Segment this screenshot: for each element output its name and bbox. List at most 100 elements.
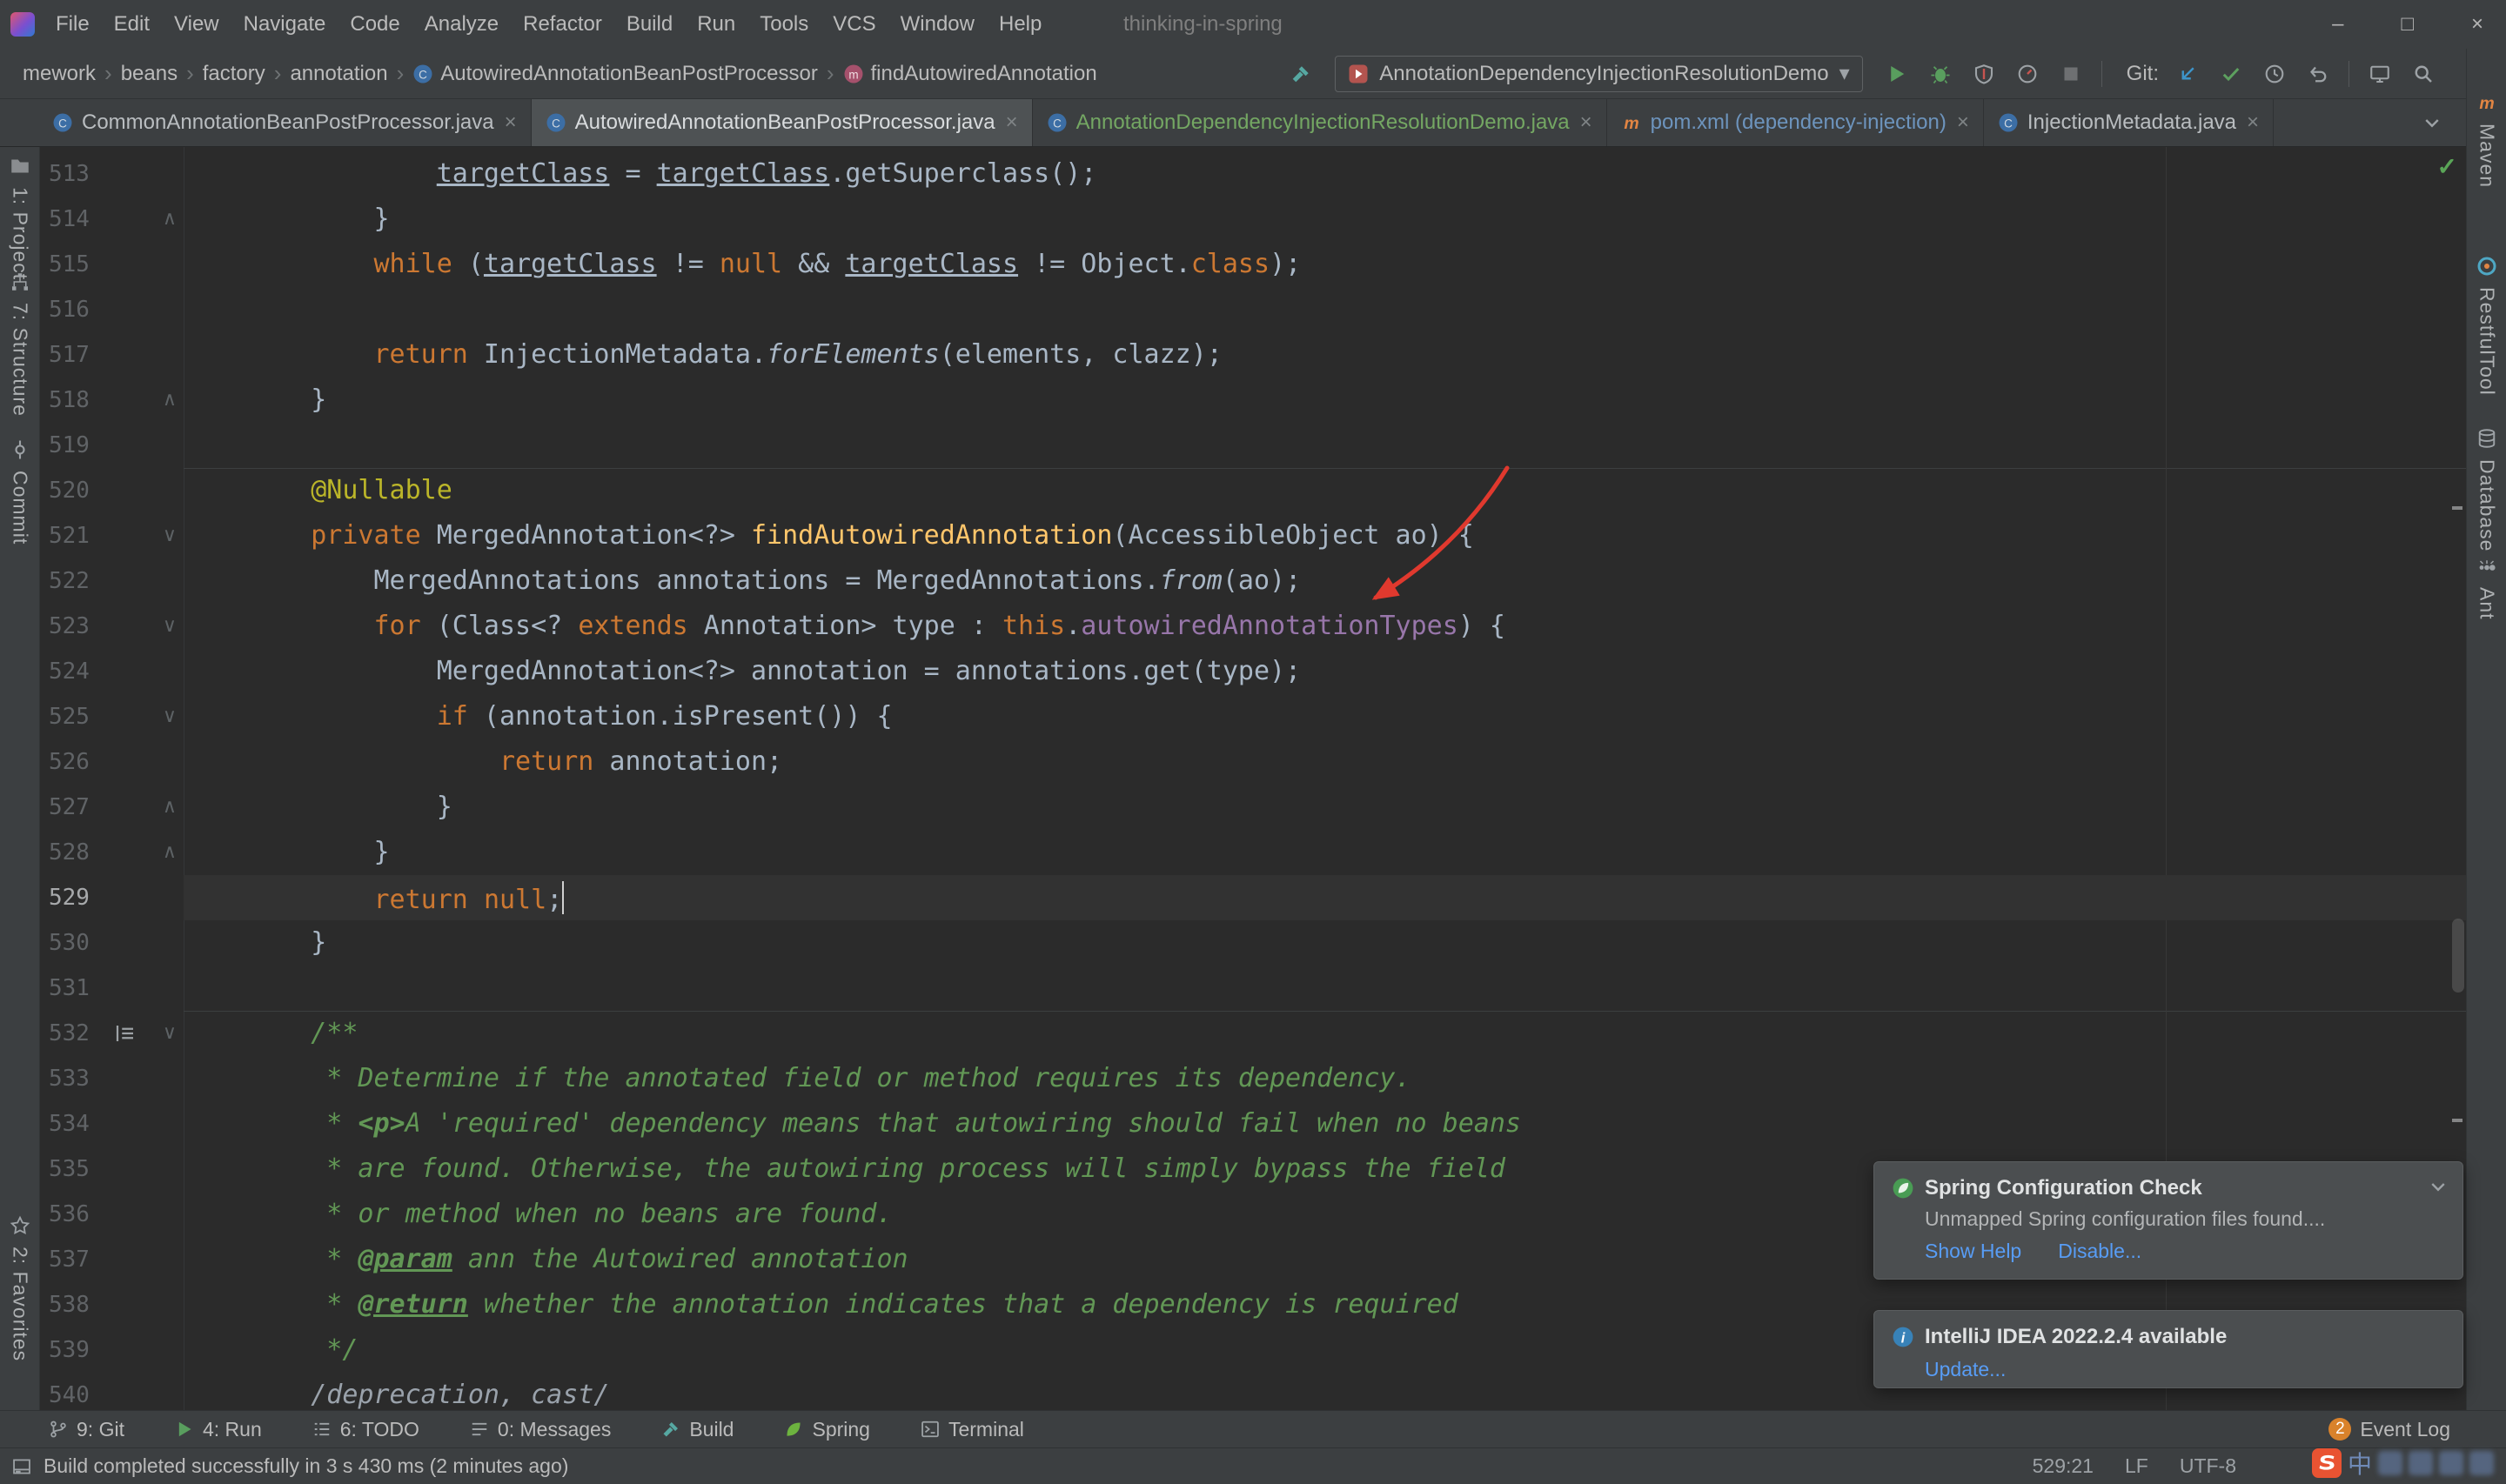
menu-edit[interactable]: Edit [102,12,162,36]
breadcrumb-item[interactable]: factory [203,62,265,86]
breadcrumb-item[interactable]: mfindAutowiredAnnotation [843,62,1097,86]
menu-run[interactable]: Run [685,12,747,36]
tool-window-button-9-git[interactable]: 9: Git [49,1418,124,1441]
file-encoding[interactable]: UTF-8 [2180,1454,2236,1478]
line-separator[interactable]: LF [2125,1454,2148,1478]
build-project-icon[interactable] [1290,64,1311,84]
coverage-button[interactable] [1973,64,1994,84]
tool-window-button-6-todo[interactable]: 6: TODO [312,1418,419,1441]
line-number[interactable]: 522 [40,558,118,604]
fold-marker-icon[interactable]: ∨ [118,513,184,558]
tool-window-button-terminal[interactable]: Terminal [921,1418,1024,1441]
fold-marker-icon[interactable]: ∨ [118,604,184,649]
line-number[interactable]: 514 [40,197,118,242]
maximize-icon[interactable]: □ [2401,12,2414,37]
code-text[interactable]: } [184,785,2466,830]
code-text[interactable]: for (Class<? extends Annotation> type : … [184,604,2466,649]
tool-window-toggle-icon[interactable] [12,1457,31,1476]
line-number[interactable]: 532 [40,1011,118,1056]
code-text[interactable] [184,423,2466,468]
code-line-527[interactable]: 527∧ } [40,785,2466,830]
line-number[interactable]: 518 [40,378,118,423]
update-link[interactable]: Update... [1925,1358,2006,1381]
line-number[interactable]: 525 [40,694,118,739]
line-number[interactable]: 528 [40,830,118,875]
breadcrumb-item[interactable]: annotation [290,62,387,86]
menu-vcs[interactable]: VCS [821,12,888,36]
close-icon[interactable]: × [2471,12,2483,37]
code-line-516[interactable]: 516 [40,287,2466,332]
debug-button[interactable] [1930,64,1951,84]
code-text[interactable]: return annotation; [184,739,2466,785]
line-number[interactable]: 521 [40,513,118,558]
profiler-button[interactable] [2017,64,2038,84]
line-number[interactable]: 520 [40,468,118,513]
line-number[interactable]: 516 [40,287,118,332]
code-line-534[interactable]: 534 * <p>A 'required' dependency means t… [40,1101,2466,1146]
editor-tab[interactable]: mpom.xml (dependency-injection)× [1607,99,1984,146]
editor-tab[interactable]: CInjectionMetadata.java× [1984,99,2274,146]
editor-tab[interactable]: CAnnotationDependencyInjectionResolution… [1033,99,1607,146]
fold-marker-icon[interactable]: ∧ [118,830,184,875]
line-number[interactable]: 530 [40,920,118,966]
code-text[interactable]: @Nullable [184,468,2466,513]
search-everywhere-icon[interactable] [2413,64,2434,84]
code-line-521[interactable]: 521∨ private MergedAnnotation<?> findAut… [40,513,2466,558]
code-line-523[interactable]: 523∨ for (Class<? extends Annotation> ty… [40,604,2466,649]
line-number[interactable]: 513 [40,151,118,197]
code-line-519[interactable]: 519 [40,423,2466,468]
show-help-link[interactable]: Show Help [1925,1240,2021,1263]
code-text[interactable]: return null; [184,875,2466,920]
code-text[interactable]: } [184,830,2466,875]
code-line-528[interactable]: 528∧ } [40,830,2466,875]
notification-spring-config[interactable]: Spring Configuration Check Unmapped Spri… [1873,1161,2463,1280]
code-line-522[interactable]: 522 MergedAnnotations annotations = Merg… [40,558,2466,604]
line-number[interactable]: 539 [40,1327,118,1373]
run-button[interactable] [1886,64,1907,84]
code-line-514[interactable]: 514∧ } [40,197,2466,242]
code-line-529[interactable]: 529 return null; [40,875,2466,920]
menu-tools[interactable]: Tools [747,12,821,36]
run-configuration-select[interactable]: AnnotationDependencyInjectionResolutionD… [1335,56,1862,92]
code-line-531[interactable]: 531 [40,966,2466,1011]
tool-window-button-spring[interactable]: Spring [784,1418,869,1441]
editor-tab[interactable]: CAutowiredAnnotationBeanPostProcessor.ja… [532,99,1033,146]
code-text[interactable]: MergedAnnotation<?> annotation = annotat… [184,649,2466,694]
tab-close-icon[interactable]: × [2247,110,2259,135]
line-number[interactable]: 536 [40,1192,118,1237]
code-text[interactable]: } [184,378,2466,423]
editor-tab[interactable]: CCommonAnnotationBeanPostProcessor.java× [38,99,532,146]
code-text[interactable]: private MergedAnnotation<?> findAutowire… [184,513,2466,558]
presentation-icon[interactable] [2369,64,2390,84]
menu-build[interactable]: Build [614,12,685,36]
tool-window-button-4-run[interactable]: 4: Run [175,1418,262,1441]
fold-marker-icon[interactable]: ∧ [118,378,184,423]
line-number[interactable]: 526 [40,739,118,785]
git-update-icon[interactable] [2177,64,2198,84]
line-number[interactable]: 517 [40,332,118,378]
tab-close-icon[interactable]: × [1006,110,1018,135]
code-line-515[interactable]: 515 while (targetClass != null && target… [40,242,2466,287]
menu-window[interactable]: Window [888,12,987,36]
minimize-icon[interactable]: – [2332,12,2343,37]
line-number[interactable]: 537 [40,1237,118,1282]
breadcrumb-item[interactable]: CAutowiredAnnotationBeanPostProcessor [412,62,818,86]
notification-ide-update[interactable]: i IntelliJ IDEA 2022.2.4 available Updat… [1873,1310,2463,1388]
menu-file[interactable]: File [44,12,102,36]
hidden-tabs-icon[interactable] [2422,112,2442,133]
breadcrumb-item[interactable]: beans [121,62,178,86]
line-number[interactable]: 519 [40,423,118,468]
fold-marker-icon[interactable]: ∧ [118,197,184,242]
event-log-button[interactable]: 2 Event Log [2328,1418,2450,1441]
code-text[interactable] [184,966,2466,1011]
tool-window-button-restfultool[interactable]: RestfulTool [2467,256,2506,396]
tab-close-icon[interactable]: × [505,110,517,135]
code-line-524[interactable]: 524 MergedAnnotation<?> annotation = ann… [40,649,2466,694]
code-text[interactable]: return InjectionMetadata.forElements(ele… [184,332,2466,378]
fold-marker-icon[interactable]: ∨ [118,694,184,739]
git-rollback-icon[interactable] [2308,64,2328,84]
tool-window-button-build[interactable]: Build [661,1418,734,1441]
code-line-530[interactable]: 530 } [40,920,2466,966]
line-number[interactable]: 524 [40,649,118,694]
code-text[interactable]: MergedAnnotations annotations = MergedAn… [184,558,2466,604]
